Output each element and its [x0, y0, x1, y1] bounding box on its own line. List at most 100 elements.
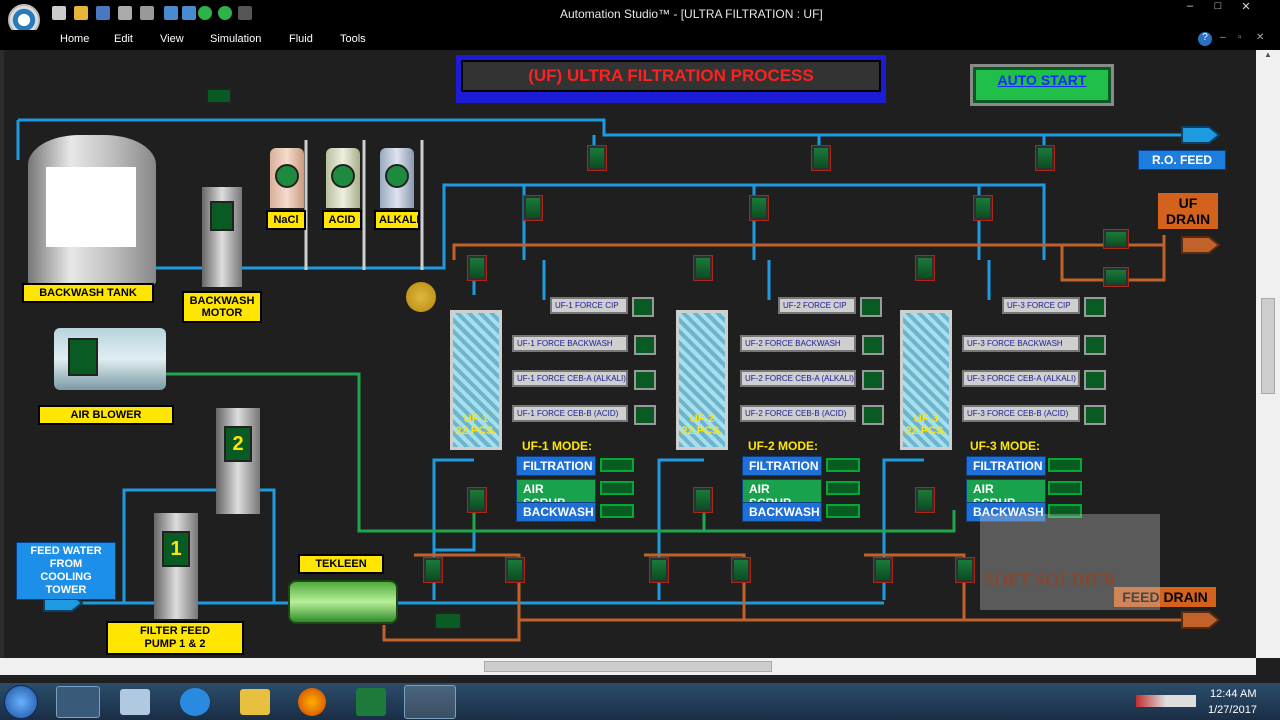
uf-3-force-ceb-a-button[interactable]: [1084, 370, 1106, 390]
minimize-button[interactable]: –: [1176, 0, 1204, 14]
acid-tank[interactable]: [326, 148, 360, 208]
uf-3-force-ceb-b-button[interactable]: [1084, 405, 1106, 425]
uf-3-force-backwash[interactable]: UF-3 FORCE BACKWASH: [962, 335, 1080, 352]
save-icon[interactable]: [96, 6, 110, 20]
valve-ro-2[interactable]: [811, 145, 831, 171]
uf-1-force-cip[interactable]: UF-1 FORCE CIP: [550, 297, 628, 314]
horizontal-scrollbar[interactable]: [0, 658, 1256, 675]
uf-2-force-backwash-button[interactable]: [862, 335, 884, 355]
valve-feed-2a[interactable]: [649, 557, 669, 583]
valve-feed-2b[interactable]: [731, 557, 751, 583]
start-button[interactable]: [4, 685, 38, 719]
backwash-motor[interactable]: [202, 187, 242, 287]
doc-minimize-button[interactable]: –: [1220, 32, 1226, 43]
uf-1-force-backwash[interactable]: UF-1 FORCE BACKWASH: [512, 335, 628, 352]
vertical-scroll-thumb[interactable]: [1261, 298, 1275, 394]
uf-2-mode-filtration[interactable]: FILTRATION: [742, 456, 822, 476]
menu-home[interactable]: Home: [60, 33, 89, 45]
uf-2-force-ceb-b-button[interactable]: [862, 405, 884, 425]
stop-simulation-icon[interactable]: [238, 6, 252, 20]
uf-3-module[interactable]: UF-3 22 PCS.: [900, 310, 952, 450]
undo-icon[interactable]: [164, 6, 178, 20]
uf-3-force-ceb-a[interactable]: UF-3 FORCE CEB-A (ALKALI): [962, 370, 1080, 387]
uf-1-mode-filtration[interactable]: FILTRATION: [516, 456, 596, 476]
filter-feed-pump-2[interactable]: 2: [216, 408, 260, 514]
valve-bw-1[interactable]: [523, 195, 543, 221]
scroll-up-arrow[interactable]: ▲: [1256, 50, 1280, 62]
valve-bottom-2[interactable]: [693, 487, 713, 513]
backwash-line-valve[interactable]: [206, 88, 232, 104]
uf-2-module[interactable]: UF-2 22 PCS.: [676, 310, 728, 450]
uf-1-force-ceb-b-button[interactable]: [634, 405, 656, 425]
valve-uf-drain-b[interactable]: [1103, 267, 1129, 287]
valve-bottom-1[interactable]: [467, 487, 487, 513]
uf-2-mode-backwash[interactable]: BACKWASH: [742, 502, 822, 522]
uf-2-force-cip[interactable]: UF-2 FORCE CIP: [778, 297, 856, 314]
valve-uf-drain-a[interactable]: [1103, 229, 1129, 249]
doc-close-button[interactable]: ✕: [1256, 32, 1264, 43]
diagram-canvas[interactable]: (UF) ULTRA FILTRATION PROCESS AUTO START…: [0, 50, 1256, 658]
menu-fluid[interactable]: Fluid: [289, 33, 313, 45]
excel-icon[interactable]: [356, 688, 386, 716]
uf-2-force-backwash[interactable]: UF-2 FORCE BACKWASH: [740, 335, 856, 352]
open-icon[interactable]: [74, 6, 88, 20]
uf-1-force-backwash-button[interactable]: [634, 335, 656, 355]
library-icon[interactable]: [120, 689, 150, 715]
air-blower[interactable]: [54, 328, 166, 390]
nacl-tank[interactable]: [270, 148, 304, 208]
uf-1-force-cip-button[interactable]: [632, 297, 654, 317]
uf-1-force-ceb-a-button[interactable]: [634, 370, 656, 390]
run-simulation-icon[interactable]: [198, 6, 212, 20]
uf-2-force-ceb-a-button[interactable]: [862, 370, 884, 390]
internet-explorer-icon[interactable]: [180, 688, 210, 716]
uf-3-mode-filtration[interactable]: FILTRATION: [966, 456, 1046, 476]
media-player-icon[interactable]: [56, 686, 100, 718]
valve-bottom-3[interactable]: [915, 487, 935, 513]
uf-1-module[interactable]: UF-1 22 PCS.: [450, 310, 502, 450]
print-icon[interactable]: [118, 6, 132, 20]
uf-3-force-cip[interactable]: UF-3 FORCE CIP: [1002, 297, 1080, 314]
maximize-button[interactable]: □: [1204, 0, 1232, 14]
alkali-tank[interactable]: [380, 148, 414, 208]
uf-1-force-ceb-a[interactable]: UF-1 FORCE CEB-A (ALKALI): [512, 370, 628, 387]
redo-icon[interactable]: [182, 6, 196, 20]
uf-1-mode-backwash[interactable]: BACKWASH: [516, 502, 596, 522]
vertical-scrollbar[interactable]: ▲: [1256, 50, 1280, 658]
help-icon[interactable]: ?: [1198, 32, 1212, 46]
valve-top-2[interactable]: [693, 255, 713, 281]
uf-1-force-ceb-b[interactable]: UF-1 FORCE CEB-B (ACID): [512, 405, 628, 422]
valve-ro-3[interactable]: [1035, 145, 1055, 171]
menu-tools[interactable]: Tools: [340, 33, 366, 45]
valve-feed-1a[interactable]: [423, 557, 443, 583]
uf-3-force-backwash-button[interactable]: [1084, 335, 1106, 355]
menu-edit[interactable]: Edit: [114, 33, 133, 45]
valve-top-1[interactable]: [467, 255, 487, 281]
close-button[interactable]: ✕: [1232, 0, 1260, 14]
file-explorer-icon[interactable]: [240, 689, 270, 715]
uf-2-force-ceb-b[interactable]: UF-2 FORCE CEB-B (ACID): [740, 405, 856, 422]
uf-2-force-ceb-a[interactable]: UF-2 FORCE CEB-A (ALKALI): [740, 370, 856, 387]
auto-start-button[interactable]: AUTO START: [970, 64, 1114, 106]
menu-simulation[interactable]: Simulation: [210, 33, 261, 45]
valve-bw-3[interactable]: [973, 195, 993, 221]
valve-bw-2[interactable]: [749, 195, 769, 221]
pause-simulation-icon[interactable]: [218, 6, 232, 20]
menu-view[interactable]: View: [160, 33, 184, 45]
uf-2-force-cip-button[interactable]: [860, 297, 882, 317]
valve-feed-1b[interactable]: [505, 557, 525, 583]
uf-3-force-ceb-b[interactable]: UF-3 FORCE CEB-B (ACID): [962, 405, 1080, 422]
valve-feed-3b[interactable]: [955, 557, 975, 583]
doc-restore-button[interactable]: ▫: [1238, 32, 1242, 43]
new-icon[interactable]: [52, 6, 66, 20]
valve-ro-1[interactable]: [587, 145, 607, 171]
valve-feed-3a[interactable]: [873, 557, 893, 583]
valve-top-3[interactable]: [915, 255, 935, 281]
tekleen-drain-valve[interactable]: [434, 612, 462, 630]
horizontal-scroll-thumb[interactable]: [484, 661, 772, 672]
firefox-icon[interactable]: [298, 688, 326, 716]
tekleen-filter[interactable]: [288, 580, 398, 624]
backwash-tank[interactable]: [28, 135, 156, 285]
automation-studio-task-icon[interactable]: [404, 685, 456, 719]
filter-feed-pump-1[interactable]: 1: [154, 513, 198, 619]
cut-icon[interactable]: [140, 6, 154, 20]
